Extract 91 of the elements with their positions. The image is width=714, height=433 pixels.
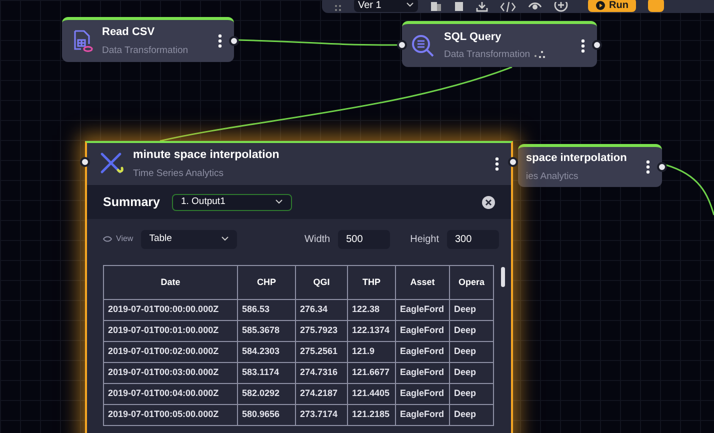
table-cell: EagleFord [396, 384, 450, 404]
number-field[interactable]: 300 [447, 230, 499, 248]
node-card[interactable] [85, 141, 513, 433]
table-cell: 2019-07-01T00:00:00.000Z [104, 300, 238, 320]
play-icon [596, 0, 605, 10]
column-header: Date [104, 266, 238, 300]
view-label: View [116, 233, 134, 245]
connection-port[interactable] [657, 162, 667, 172]
table-cell: 582.0292 [238, 384, 296, 404]
table-cell: 276.34 [296, 300, 348, 320]
table-cell: 580.9656 [238, 404, 296, 426]
column-header: Opera [450, 266, 494, 300]
close-icon[interactable] [482, 196, 495, 208]
table-cell: 274.2187 [296, 384, 348, 404]
scrollbar-thumb[interactable] [501, 267, 505, 287]
node-category: ies Analytics [526, 170, 578, 184]
table-cell: 583.1174 [238, 362, 296, 384]
view-select[interactable]: Table [141, 230, 238, 248]
column-header: CHP [238, 266, 296, 300]
table-cell: 121.6677 [348, 362, 396, 384]
more-options-icon[interactable] [646, 160, 650, 174]
connection-port[interactable] [397, 40, 407, 50]
node-card[interactable]: space interpolation ies Analytics [518, 144, 662, 187]
node-title: SQL Query [444, 30, 502, 45]
magnifier-list-icon [410, 32, 436, 58]
connection-port[interactable] [80, 157, 90, 167]
number-field[interactable]: 500 [338, 230, 390, 248]
eye-icon[interactable] [528, 2, 542, 12]
more-options-icon[interactable] [218, 34, 222, 48]
table-cell: EagleFord [396, 362, 450, 384]
table-cell: 2019-07-01T00:01:00.000Z [104, 320, 238, 342]
table-cell: 2019-07-01T00:03:00.000Z [104, 362, 238, 384]
table-cell: EagleFord [396, 404, 450, 426]
table-cell: 274.7316 [296, 362, 348, 384]
table-cell: 2019-07-01T00:05:00.000Z [104, 404, 238, 426]
table-cell: 273.7174 [296, 404, 348, 426]
table-cell: 586.53 [238, 300, 296, 320]
table-cell: 121.9 [348, 342, 396, 362]
table-cell: EagleFord [396, 300, 450, 320]
connection-port[interactable] [229, 36, 239, 46]
table-cell: Deep [450, 384, 494, 404]
node-category: Data Transformation [102, 44, 188, 58]
more-options-icon[interactable] [495, 157, 499, 171]
table-cell: 2019-07-01T00:04:00.000Z [104, 384, 238, 404]
connection-port[interactable] [592, 40, 602, 50]
connection-port[interactable] [508, 157, 518, 167]
table-cell: 585.3678 [238, 320, 296, 342]
table-cell: EagleFord [396, 320, 450, 342]
copy-icon[interactable] [430, 2, 442, 12]
version-select[interactable]: Ver 1 [354, 0, 418, 12]
plus-shield-icon[interactable] [554, 2, 568, 12]
table-cell: Deep [450, 300, 494, 320]
table-cell: 121.2185 [348, 404, 396, 426]
column-header: THP [348, 266, 396, 300]
table-cell: 121.4405 [348, 384, 396, 404]
code-icon[interactable] [500, 2, 516, 12]
summary-title: Summary [103, 194, 160, 211]
table-cell: 584.2303 [238, 342, 296, 362]
caret-icon [221, 236, 230, 242]
table-cell: 2019-07-01T00:02:00.000Z [104, 342, 238, 362]
caret-icon [406, 2, 414, 8]
more-options-icon[interactable] [581, 38, 585, 52]
connector-line [666, 164, 714, 216]
table-cell: Deep [450, 404, 494, 426]
field-label: Height [410, 232, 439, 246]
run-button[interactable]: Run [588, 0, 636, 12]
table-cell: 122.1374 [348, 320, 396, 342]
table-cell: Deep [450, 342, 494, 362]
node-title: Read CSV [102, 25, 156, 40]
column-header: Asset [396, 266, 450, 300]
table-cell: 275.7923 [296, 320, 348, 342]
column-header: QGI [296, 266, 348, 300]
node-title: space interpolation [526, 151, 628, 166]
table-cell: Deep [450, 320, 494, 342]
download-icon[interactable] [476, 2, 488, 12]
field-label: Width [304, 232, 330, 246]
table-cell: Deep [450, 362, 494, 384]
node-card[interactable]: SQL Query Data Transformation [402, 21, 597, 67]
eye-icon [103, 236, 112, 242]
hierarchy-icon [534, 51, 546, 60]
node-card[interactable]: Read CSV Data Transformation [62, 17, 234, 62]
node-title: minute space interpolation [133, 148, 280, 163]
table-cell: 275.2561 [296, 342, 348, 362]
drag-handle-icon[interactable] [334, 4, 342, 12]
output-select[interactable]: 1. Output1 [172, 194, 292, 210]
table-cell: EagleFord [396, 342, 450, 362]
stop-icon[interactable] [454, 2, 464, 12]
node-category: Data Transformation [444, 48, 530, 62]
caret-icon [274, 199, 283, 205]
node-category: Time Series Analytics [133, 167, 224, 181]
table-cell: 122.38 [348, 300, 396, 320]
